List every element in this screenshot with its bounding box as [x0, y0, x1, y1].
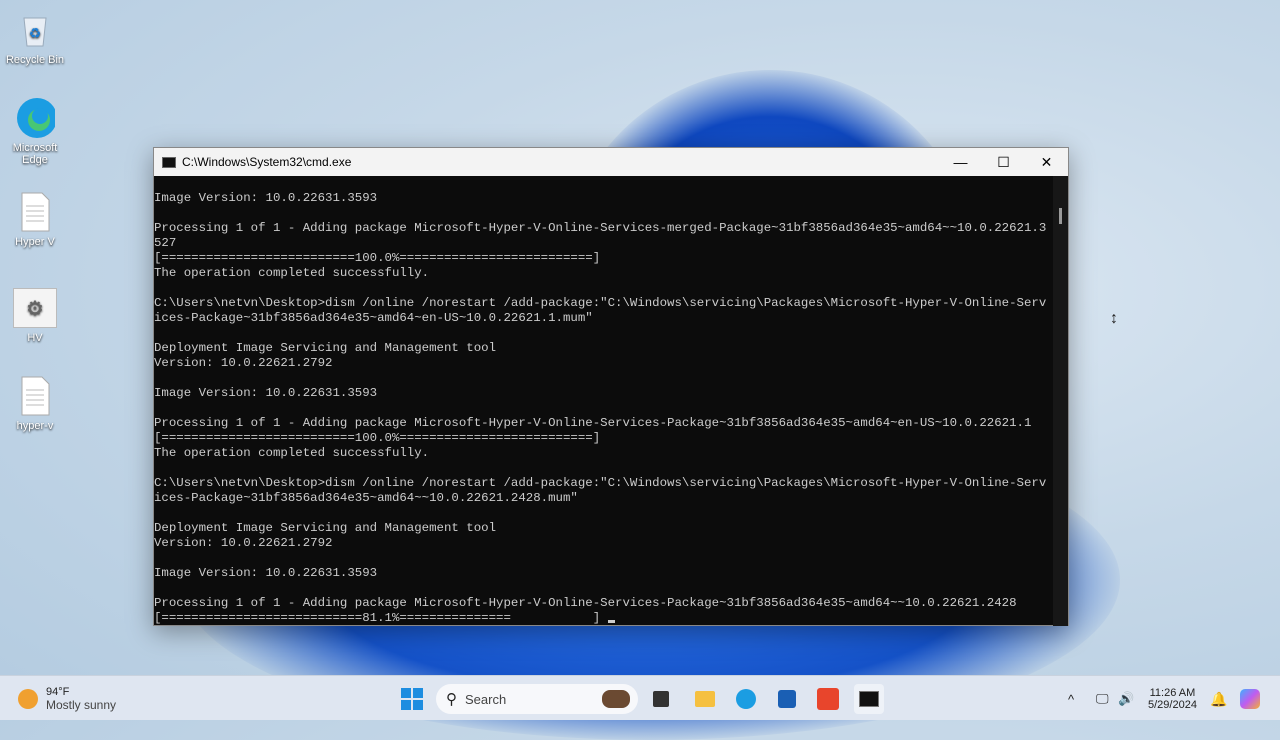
file-explorer-icon[interactable]: [694, 684, 716, 714]
task-view-button[interactable]: [650, 684, 672, 714]
console-line: The operation completed successfully.: [154, 446, 430, 460]
document-icon: [15, 376, 55, 416]
edge-icon: [15, 98, 55, 138]
console-line: C:\Users\netvn\Desktop>dism /online /nor…: [154, 296, 1047, 310]
console-line: [===========================81.1%=======…: [154, 611, 1054, 626]
recycle-bin-icon: ♻: [15, 10, 55, 50]
console-line: ices-Package~31bf3856ad364e35~amd64~en-U…: [154, 311, 593, 325]
store-icon[interactable]: [776, 684, 798, 714]
clock-date: 5/29/2024: [1148, 699, 1197, 711]
console-line: Deployment Image Servicing and Managemen…: [154, 521, 497, 535]
console-line: ices-Package~31bf3856ad364e35~amd64~~10.…: [154, 491, 578, 505]
weather-sun-icon: [18, 689, 38, 709]
cmd-icon: [162, 156, 176, 168]
window-title: C:\Windows\System32\cmd.exe: [182, 155, 352, 169]
console-line: Version: 10.0.22621.2792: [154, 536, 333, 550]
weather-desc: Mostly sunny: [46, 698, 117, 712]
search-box[interactable]: ⚲ Search: [436, 684, 638, 714]
console-line: Deployment Image Servicing and Managemen…: [154, 341, 497, 355]
desktop-icon-edge[interactable]: Microsoft Edge: [4, 98, 66, 166]
title-bar[interactable]: C:\Windows\System32\cmd.exe — ☐ ✕: [154, 148, 1068, 176]
volume-icon[interactable]: 🔊: [1118, 684, 1134, 714]
console-line: 527: [154, 236, 177, 250]
desktop-icon-hyper-v-file[interactable]: Hyper V: [4, 192, 66, 248]
desktop-icon-hv[interactable]: ⚙ HV: [4, 288, 66, 344]
close-button[interactable]: ✕: [1025, 148, 1068, 176]
weather-temp: 94°F: [46, 686, 70, 698]
console-line: Image Version: 10.0.22631.3593: [154, 191, 378, 205]
search-placeholder: Search: [465, 691, 507, 707]
document-icon: [15, 192, 55, 232]
console-output[interactable]: Image Version: 10.0.22631.3593 Processin…: [154, 176, 1054, 626]
console-line: Processing 1 of 1 - Adding package Micro…: [154, 596, 1017, 610]
desktop-icon-hyper-v-text[interactable]: hyper-v: [4, 376, 66, 432]
console-line: Image Version: 10.0.22631.3593: [154, 386, 378, 400]
settings-file-icon: ⚙: [13, 288, 57, 328]
clock[interactable]: 11:26 AM 5/29/2024: [1148, 684, 1197, 714]
console-line: Version: 10.0.22621.2792: [154, 356, 333, 370]
edge-taskbar-icon[interactable]: [735, 684, 757, 714]
resize-cursor-icon: ↕: [1110, 310, 1118, 327]
console-line: Image Version: 10.0.22631.3593: [154, 566, 378, 580]
network-icon[interactable]: 🖵: [1096, 684, 1109, 714]
console-line: [==========================100.0%=======…: [154, 431, 601, 445]
search-highlight-icon: [602, 690, 630, 708]
maximize-button[interactable]: ☐: [982, 148, 1025, 176]
minimize-button[interactable]: —: [939, 148, 982, 176]
app-icon[interactable]: [816, 684, 840, 714]
svg-text:♻: ♻: [29, 25, 42, 41]
copilot-icon[interactable]: [1240, 684, 1260, 714]
console-line: Processing 1 of 1 - Adding package Micro…: [154, 416, 1032, 430]
weather-widget[interactable]: 94°F Mostly sunny: [18, 684, 116, 714]
taskbar: 94°F Mostly sunny ⚲ Search ^ 🖵 🔊 11:26 A…: [0, 675, 1280, 720]
start-button[interactable]: [400, 684, 424, 714]
show-hidden-icons-button[interactable]: ^: [1068, 684, 1074, 714]
notification-icon[interactable]: 🔔: [1210, 684, 1227, 714]
console-line: [==========================100.0%=======…: [154, 251, 601, 265]
cmd-taskbar-icon[interactable]: [854, 684, 884, 714]
console-line: C:\Users\netvn\Desktop>dism /online /nor…: [154, 476, 1047, 490]
search-icon: ⚲: [446, 691, 457, 708]
cmd-window[interactable]: C:\Windows\System32\cmd.exe — ☐ ✕ Image …: [153, 147, 1069, 626]
scrollbar-thumb[interactable]: [1059, 208, 1062, 224]
console-line: Processing 1 of 1 - Adding package Micro…: [154, 221, 1047, 235]
text-cursor: [607, 620, 615, 623]
desktop-icon-recycle-bin[interactable]: ♻ Recycle Bin: [4, 10, 66, 66]
console-line: The operation completed successfully.: [154, 266, 430, 280]
windows-logo-icon: [401, 688, 423, 710]
scrollbar[interactable]: [1053, 176, 1068, 626]
clock-time: 11:26 AM: [1149, 687, 1196, 699]
